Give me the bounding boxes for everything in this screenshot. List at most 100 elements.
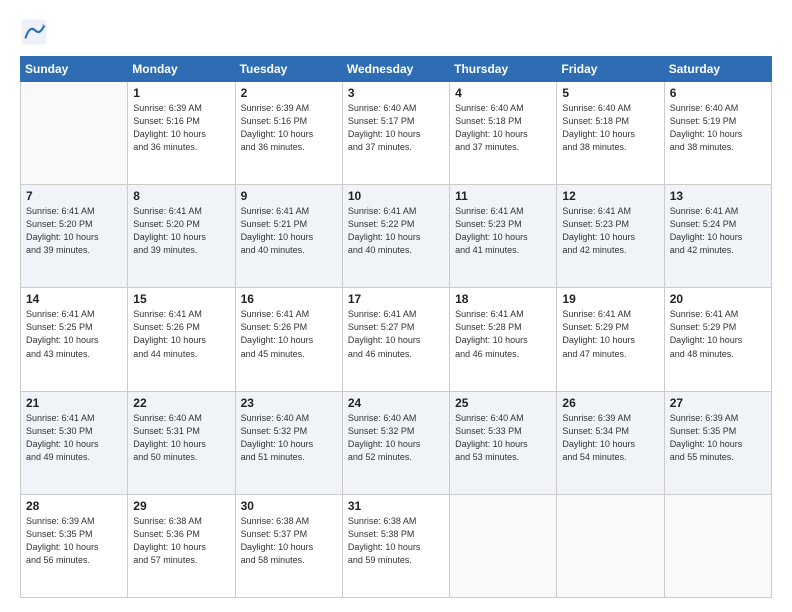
day-number: 3 [348,86,444,100]
calendar-cell [557,494,664,597]
day-info: Sunrise: 6:40 AM Sunset: 5:32 PM Dayligh… [348,412,444,464]
calendar-cell [21,82,128,185]
day-info: Sunrise: 6:40 AM Sunset: 5:33 PM Dayligh… [455,412,551,464]
calendar-cell: 16 Sunrise: 6:41 AM Sunset: 5:26 PM Dayli… [235,288,342,391]
calendar-cell: 15 Sunrise: 6:41 AM Sunset: 5:26 PM Dayli… [128,288,235,391]
calendar-week-row: 28 Sunrise: 6:39 AM Sunset: 5:35 PM Dayli… [21,494,772,597]
day-number: 20 [670,292,766,306]
day-number: 29 [133,499,229,513]
calendar-cell [664,494,771,597]
day-info: Sunrise: 6:41 AM Sunset: 5:22 PM Dayligh… [348,205,444,257]
day-number: 2 [241,86,337,100]
day-number: 11 [455,189,551,203]
day-info: Sunrise: 6:41 AM Sunset: 5:20 PM Dayligh… [133,205,229,257]
day-number: 23 [241,396,337,410]
day-info: Sunrise: 6:39 AM Sunset: 5:35 PM Dayligh… [26,515,122,567]
day-info: Sunrise: 6:41 AM Sunset: 5:25 PM Dayligh… [26,308,122,360]
day-info: Sunrise: 6:40 AM Sunset: 5:18 PM Dayligh… [455,102,551,154]
day-number: 31 [348,499,444,513]
day-info: Sunrise: 6:40 AM Sunset: 5:17 PM Dayligh… [348,102,444,154]
calendar-cell: 18 Sunrise: 6:41 AM Sunset: 5:28 PM Dayli… [450,288,557,391]
calendar-cell: 7Sunrise: 6:41 AM Sunset: 5:20 PM Daylig… [21,185,128,288]
calendar-cell: 12 Sunrise: 6:41 AM Sunset: 5:23 PM Dayli… [557,185,664,288]
day-info: Sunrise: 6:41 AM Sunset: 5:21 PM Dayligh… [241,205,337,257]
calendar-cell: 10 Sunrise: 6:41 AM Sunset: 5:22 PM Dayli… [342,185,449,288]
calendar-cell: 2Sunrise: 6:39 AM Sunset: 5:16 PM Daylig… [235,82,342,185]
calendar-week-row: 7Sunrise: 6:41 AM Sunset: 5:20 PM Daylig… [21,185,772,288]
calendar-day-header: Tuesday [235,57,342,82]
calendar-week-row: 14Sunrise: 6:41 AM Sunset: 5:25 PM Dayli… [21,288,772,391]
day-info: Sunrise: 6:41 AM Sunset: 5:20 PM Dayligh… [26,205,122,257]
page: SundayMondayTuesdayWednesdayThursdayFrid… [0,0,792,612]
day-info: Sunrise: 6:40 AM Sunset: 5:32 PM Dayligh… [241,412,337,464]
calendar-cell: 8 Sunrise: 6:41 AM Sunset: 5:20 PM Daylig… [128,185,235,288]
day-info: Sunrise: 6:41 AM Sunset: 5:29 PM Dayligh… [562,308,658,360]
day-info: Sunrise: 6:40 AM Sunset: 5:19 PM Dayligh… [670,102,766,154]
calendar-cell: 31 Sunrise: 6:38 AM Sunset: 5:38 PM Dayli… [342,494,449,597]
day-number: 17 [348,292,444,306]
calendar-cell: 25 Sunrise: 6:40 AM Sunset: 5:33 PM Dayli… [450,391,557,494]
calendar-cell: 29 Sunrise: 6:38 AM Sunset: 5:36 PM Dayli… [128,494,235,597]
day-number: 25 [455,396,551,410]
day-info: Sunrise: 6:39 AM Sunset: 5:35 PM Dayligh… [670,412,766,464]
calendar-day-header: Friday [557,57,664,82]
day-info: Sunrise: 6:39 AM Sunset: 5:16 PM Dayligh… [133,102,229,154]
calendar-cell: 3 Sunrise: 6:40 AM Sunset: 5:17 PM Daylig… [342,82,449,185]
calendar-cell: 9Sunrise: 6:41 AM Sunset: 5:21 PM Daylig… [235,185,342,288]
day-info: Sunrise: 6:41 AM Sunset: 5:27 PM Dayligh… [348,308,444,360]
day-info: Sunrise: 6:40 AM Sunset: 5:18 PM Dayligh… [562,102,658,154]
calendar-table: SundayMondayTuesdayWednesdayThursdayFrid… [20,56,772,598]
day-number: 24 [348,396,444,410]
day-info: Sunrise: 6:38 AM Sunset: 5:36 PM Dayligh… [133,515,229,567]
calendar-cell: 27Sunrise: 6:39 AM Sunset: 5:35 PM Dayli… [664,391,771,494]
calendar-cell: 22Sunrise: 6:40 AM Sunset: 5:31 PM Dayli… [128,391,235,494]
day-number: 8 [133,189,229,203]
calendar-day-header: Thursday [450,57,557,82]
logo [20,18,52,46]
day-number: 15 [133,292,229,306]
calendar-day-header: Monday [128,57,235,82]
day-info: Sunrise: 6:41 AM Sunset: 5:23 PM Dayligh… [455,205,551,257]
day-number: 4 [455,86,551,100]
day-info: Sunrise: 6:41 AM Sunset: 5:30 PM Dayligh… [26,412,122,464]
calendar-cell: 13Sunrise: 6:41 AM Sunset: 5:24 PM Dayli… [664,185,771,288]
calendar-cell: 23 Sunrise: 6:40 AM Sunset: 5:32 PM Dayli… [235,391,342,494]
day-number: 12 [562,189,658,203]
calendar-cell: 11 Sunrise: 6:41 AM Sunset: 5:23 PM Dayli… [450,185,557,288]
calendar-day-header: Saturday [664,57,771,82]
day-number: 18 [455,292,551,306]
day-number: 1 [133,86,229,100]
day-number: 26 [562,396,658,410]
day-info: Sunrise: 6:41 AM Sunset: 5:28 PM Dayligh… [455,308,551,360]
calendar-day-header: Wednesday [342,57,449,82]
day-number: 30 [241,499,337,513]
calendar-cell: 21 Sunrise: 6:41 AM Sunset: 5:30 PM Dayli… [21,391,128,494]
calendar-cell: 26 Sunrise: 6:39 AM Sunset: 5:34 PM Dayli… [557,391,664,494]
day-info: Sunrise: 6:38 AM Sunset: 5:37 PM Dayligh… [241,515,337,567]
day-info: Sunrise: 6:39 AM Sunset: 5:34 PM Dayligh… [562,412,658,464]
day-info: Sunrise: 6:41 AM Sunset: 5:26 PM Dayligh… [241,308,337,360]
calendar-week-row: 1 Sunrise: 6:39 AM Sunset: 5:16 PM Daylig… [21,82,772,185]
day-number: 16 [241,292,337,306]
day-number: 28 [26,499,122,513]
day-number: 10 [348,189,444,203]
calendar-cell: 1 Sunrise: 6:39 AM Sunset: 5:16 PM Daylig… [128,82,235,185]
day-info: Sunrise: 6:41 AM Sunset: 5:26 PM Dayligh… [133,308,229,360]
header [20,18,772,46]
day-number: 19 [562,292,658,306]
calendar-cell: 30 Sunrise: 6:38 AM Sunset: 5:37 PM Dayli… [235,494,342,597]
day-number: 22 [133,396,229,410]
calendar-cell: 6 Sunrise: 6:40 AM Sunset: 5:19 PM Daylig… [664,82,771,185]
calendar-cell: 4 Sunrise: 6:40 AM Sunset: 5:18 PM Daylig… [450,82,557,185]
calendar-cell: 20Sunrise: 6:41 AM Sunset: 5:29 PM Dayli… [664,288,771,391]
calendar-cell: 5 Sunrise: 6:40 AM Sunset: 5:18 PM Daylig… [557,82,664,185]
day-number: 5 [562,86,658,100]
calendar-cell: 17 Sunrise: 6:41 AM Sunset: 5:27 PM Dayli… [342,288,449,391]
calendar-cell: 19 Sunrise: 6:41 AM Sunset: 5:29 PM Dayli… [557,288,664,391]
day-info: Sunrise: 6:41 AM Sunset: 5:23 PM Dayligh… [562,205,658,257]
day-number: 6 [670,86,766,100]
day-info: Sunrise: 6:38 AM Sunset: 5:38 PM Dayligh… [348,515,444,567]
day-info: Sunrise: 6:41 AM Sunset: 5:24 PM Dayligh… [670,205,766,257]
generalblue-logo-icon [20,18,48,46]
day-number: 21 [26,396,122,410]
